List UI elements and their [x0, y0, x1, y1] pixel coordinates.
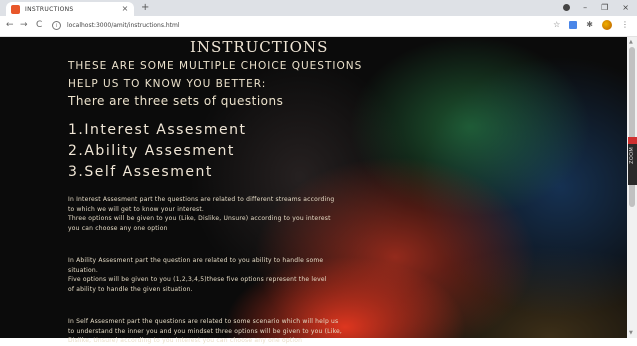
paragraph-line: to understand the inner you and you mind… [68, 327, 343, 335]
side-widget-tab[interactable]: ZOOM [628, 137, 637, 185]
intro-line-3: There are three sets of questions [68, 94, 284, 108]
extension-icon[interactable] [569, 21, 578, 29]
paragraph-line: to which we will get to know your intere… [68, 205, 205, 213]
window-controls: – ❐ × [583, 2, 629, 14]
tab-title: INSTRUCTIONS [25, 5, 74, 13]
intro-line-2: HELP US TO KNOW YOU BETTER: [68, 78, 267, 90]
intro-line-1: THESE ARE SOME MULTIPLE CHOICE QUESTIONS [68, 60, 363, 72]
side-widget-accent [628, 137, 637, 144]
url-text[interactable]: localhost:3000/amit/instructions.html [67, 22, 180, 29]
interest-paragraph: In Interest Assesment part the questions… [68, 195, 613, 233]
scroll-down-icon[interactable]: ▼ [629, 330, 633, 336]
browser-toolbar: ← → C i localhost:3000/amit/instructions… [0, 16, 637, 37]
tab-close-icon[interactable]: × [120, 4, 130, 14]
account-icon[interactable] [563, 4, 570, 11]
set-self: 3.Self Assesment [68, 164, 213, 180]
side-widget-label: ZOOM [629, 147, 635, 164]
paragraph-line: Five options will be given to you (1,2,3… [68, 276, 327, 284]
paragraph-line: of ability to handle the given situation… [68, 285, 193, 293]
paragraph-line: Three options will be given to you (Like… [68, 215, 331, 223]
scroll-up-icon[interactable]: ▲ [629, 39, 633, 45]
paragraph-line: situation. [68, 266, 99, 274]
extensions-puzzle-icon[interactable]: ✱ [586, 20, 593, 30]
self-paragraph: In Self Assesment part the questions are… [68, 317, 613, 346]
new-tab-button[interactable]: + [141, 2, 149, 14]
vertical-scrollbar[interactable]: ▲ ▼ [627, 37, 637, 338]
forward-button[interactable]: → [20, 19, 28, 31]
minimize-button[interactable]: – [583, 2, 587, 14]
info-icon[interactable]: i [52, 21, 61, 30]
assessment-sets-list: 1.Interest Assesment 2.Ability Assesment… [68, 122, 246, 185]
bookmark-star-icon[interactable]: ☆ [553, 20, 560, 30]
profile-avatar-icon[interactable] [602, 20, 612, 30]
paragraph-line: In Ability Assesment part the question a… [68, 257, 324, 264]
paragraph-line: In Interest Assesment part the questions… [68, 196, 335, 203]
paragraph-line: you can choose any one option [68, 224, 168, 232]
address-bar[interactable]: i localhost:3000/amit/instructions.html [52, 19, 552, 32]
paragraph-line: In Self Assesment part the questions are… [68, 318, 339, 325]
close-window-button[interactable]: × [622, 2, 629, 14]
set-interest: 1.Interest Assesment [68, 122, 247, 138]
menu-kebab-icon[interactable]: ⋮ [621, 20, 629, 30]
browser-tab-strip: INSTRUCTIONS × + – ❐ × [0, 0, 637, 16]
favicon-icon [11, 4, 20, 14]
toolbar-icons: ☆ ✱ ⋮ [553, 20, 629, 30]
reload-button[interactable]: C [36, 19, 42, 31]
browser-tab[interactable]: INSTRUCTIONS × [6, 2, 134, 16]
page-title: INSTRUCTIONS [190, 38, 329, 56]
back-button[interactable]: ← [6, 19, 14, 31]
ability-paragraph: In Ability Assesment part the question a… [68, 256, 613, 294]
set-ability: 2.Ability Assesment [68, 143, 235, 159]
restore-button[interactable]: ❐ [601, 2, 608, 14]
